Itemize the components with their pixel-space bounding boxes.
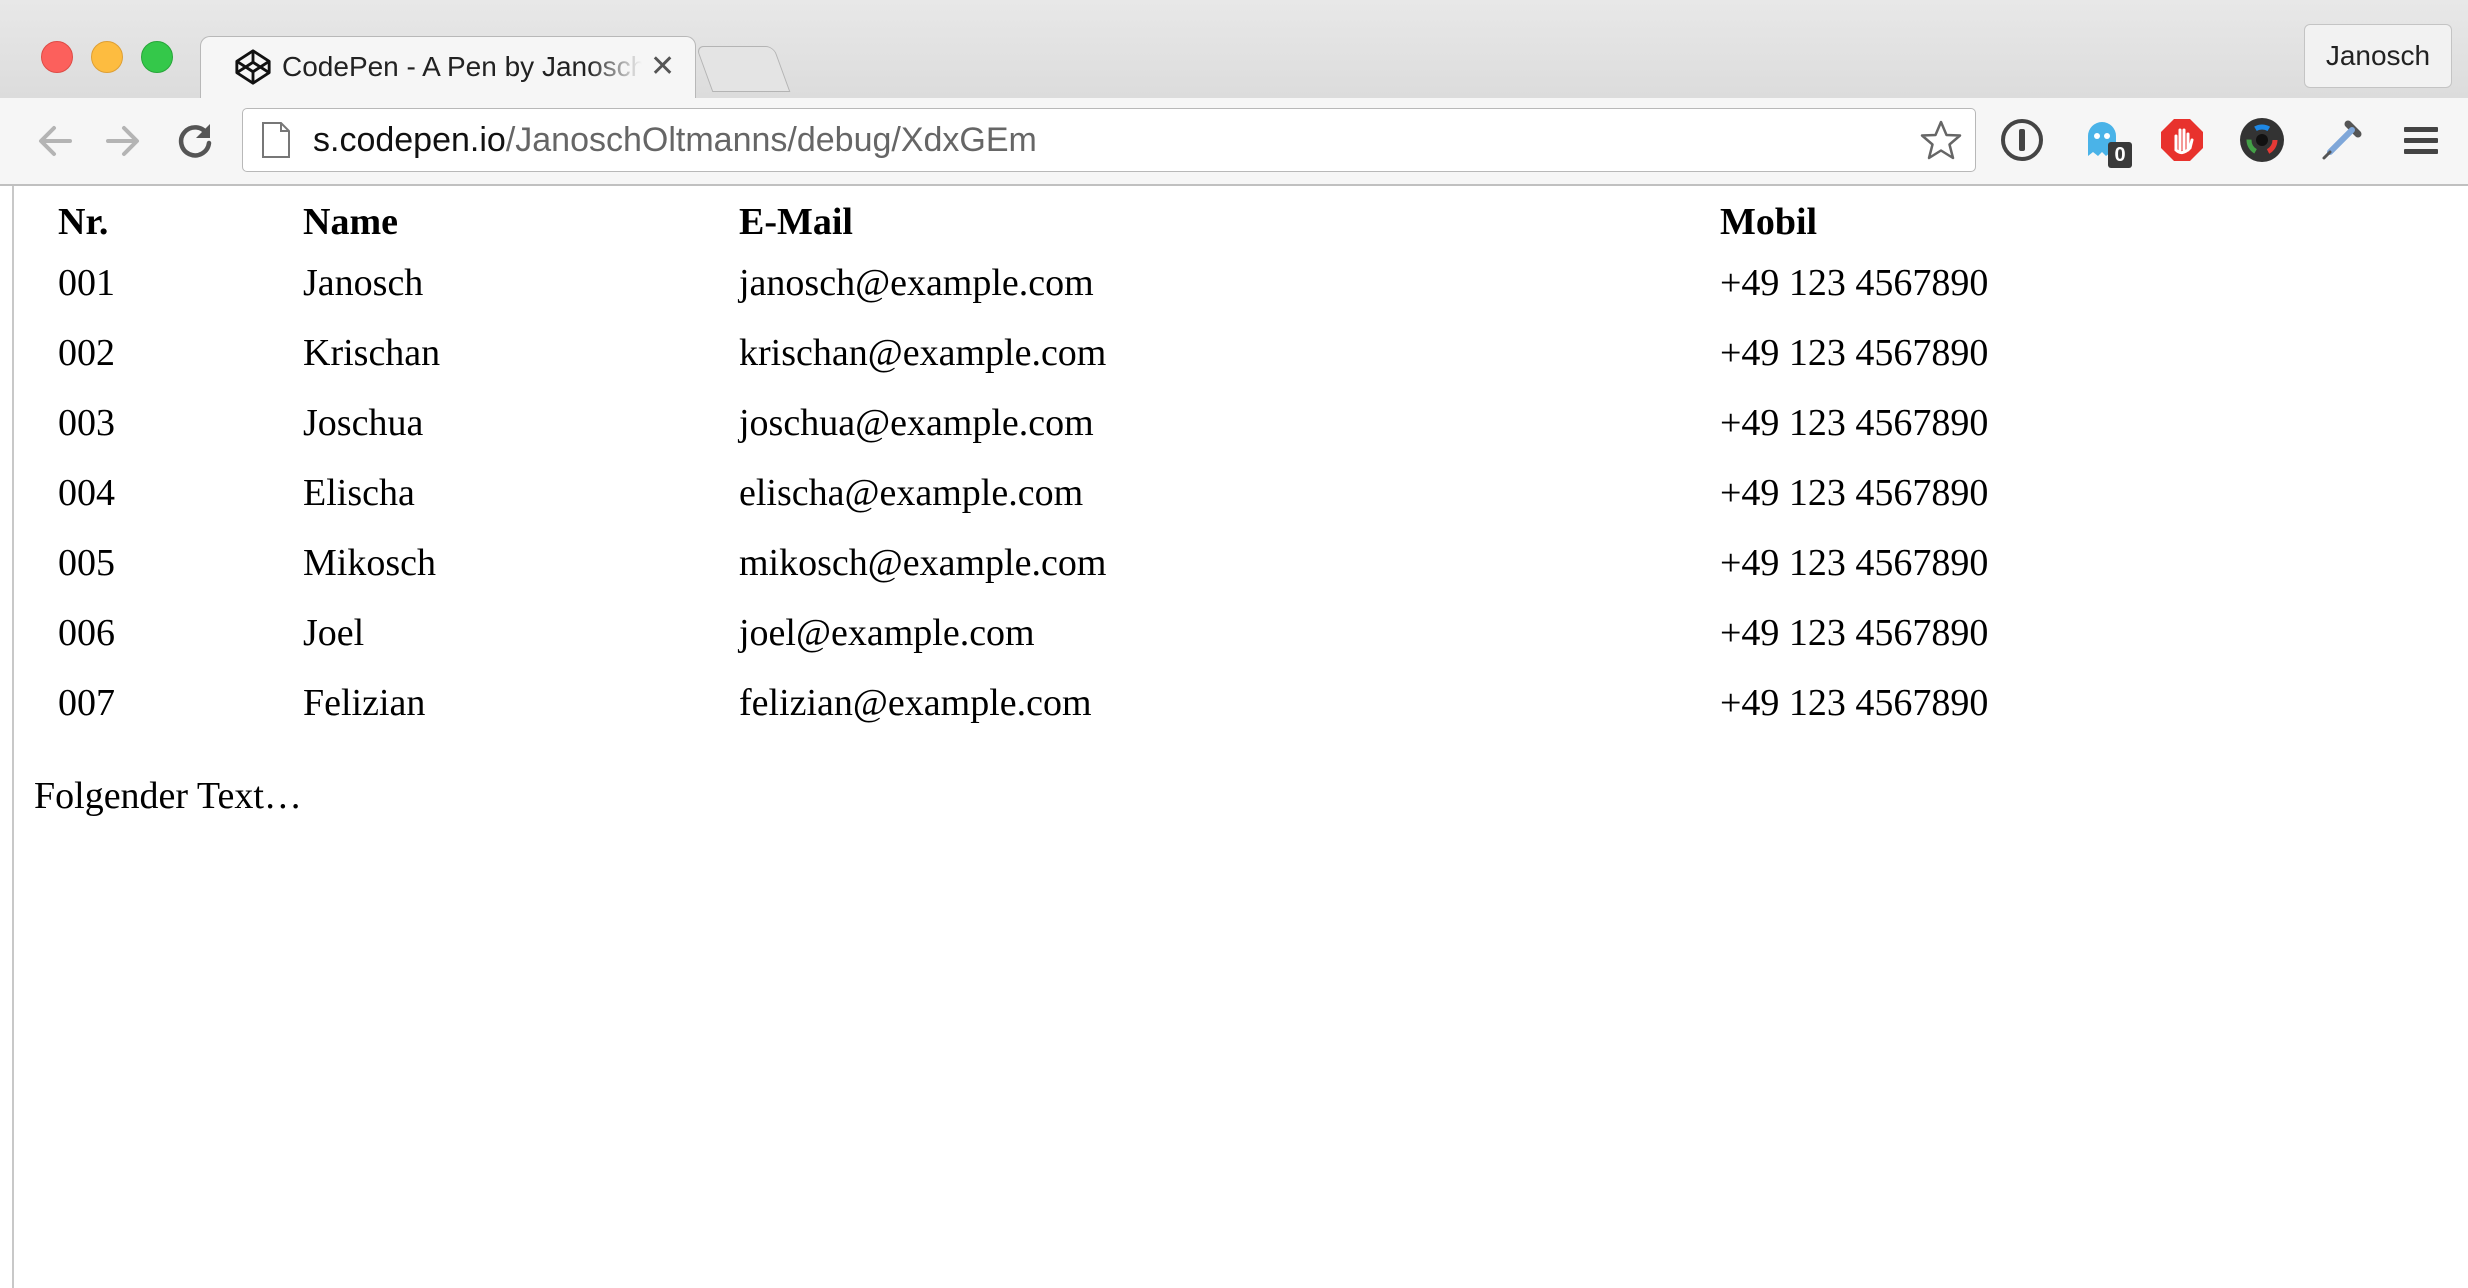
cell-email: joel@example.com xyxy=(739,612,1035,654)
browser-window: CodePen - A Pen by Janosch Oltmanns ✕ Ja… xyxy=(0,0,2468,1288)
address-bar[interactable]: s.codepen.io/JanoschOltmanns/debug/XdxGE… xyxy=(242,108,1976,172)
back-button[interactable] xyxy=(32,118,78,164)
reload-icon xyxy=(178,124,212,158)
following-text: Folgender Text… xyxy=(34,775,302,817)
minimize-window-button[interactable] xyxy=(91,41,123,73)
cell-name: Mikosch xyxy=(303,542,436,584)
cell-nr: 004 xyxy=(58,472,115,514)
cell-nr: 006 xyxy=(58,612,115,654)
cell-mobil: +49 123 4567890 xyxy=(1720,332,1989,374)
table-header-row: Nr. Name E-Mail Mobil xyxy=(34,196,2220,248)
cell-mobil: +49 123 4567890 xyxy=(1720,472,1989,514)
cell-name: Janosch xyxy=(303,262,424,304)
cell-name: Elischa xyxy=(303,472,415,514)
maximize-window-button[interactable] xyxy=(141,41,173,73)
table-row: 006 Joel joel@example.com +49 123 456789… xyxy=(34,598,2220,668)
cell-mobil: +49 123 4567890 xyxy=(1720,262,1989,304)
column-header-mobil: Mobil xyxy=(1720,201,1818,243)
column-header-nr: Nr. xyxy=(58,201,109,243)
cell-mobil: +49 123 4567890 xyxy=(1720,402,1989,444)
contacts-table: Nr. Name E-Mail Mobil 001 Janosch janosc… xyxy=(34,196,2220,738)
table-row: 004 Elischa elischa@example.com +49 123 … xyxy=(34,458,2220,528)
cell-name: Felizian xyxy=(303,682,426,724)
cell-email: janosch@example.com xyxy=(739,262,1094,304)
cell-mobil: +49 123 4567890 xyxy=(1720,542,1989,584)
cell-nr: 005 xyxy=(58,542,115,584)
browser-tab-content[interactable]: CodePen - A Pen by Janosch Oltmanns ✕ xyxy=(230,36,690,98)
cell-mobil: +49 123 4567890 xyxy=(1720,682,1989,724)
table-row: 005 Mikosch mikosch@example.com +49 123 … xyxy=(34,528,2220,598)
cell-email: felizian@example.com xyxy=(739,682,1092,724)
cell-mobil: +49 123 4567890 xyxy=(1720,612,1989,654)
reload-button[interactable] xyxy=(172,118,218,164)
url-path: /JanoschOltmanns/debug/XdxGEm xyxy=(505,120,1037,159)
page-content: Nr. Name E-Mail Mobil 001 Janosch janosc… xyxy=(12,186,2468,1288)
cell-nr: 003 xyxy=(58,402,115,444)
page-icon xyxy=(262,122,290,158)
ghostery-badge: 0 xyxy=(2108,142,2132,168)
cell-email: mikosch@example.com xyxy=(739,542,1107,584)
cell-nr: 002 xyxy=(58,332,115,374)
1password-icon[interactable] xyxy=(1998,116,2046,164)
browser-toolbar: s.codepen.io/JanoschOltmanns/debug/XdxGE… xyxy=(0,98,2468,186)
hamburger-menu-icon xyxy=(2404,127,2438,154)
title-bar: CodePen - A Pen by Janosch Oltmanns ✕ Ja… xyxy=(0,0,2468,101)
cell-name: Joschua xyxy=(303,402,424,444)
url-text: s.codepen.io/JanoschOltmanns/debug/XdxGE… xyxy=(313,121,1037,160)
table-row: 002 Krischan krischan@example.com +49 12… xyxy=(34,318,2220,388)
column-header-name: Name xyxy=(303,201,398,243)
profile-button[interactable]: Janosch xyxy=(2304,24,2452,88)
table-row: 001 Janosch janosch@example.com +49 123 … xyxy=(34,248,2220,318)
table-row: 003 Joschua joschua@example.com +49 123 … xyxy=(34,388,2220,458)
forward-button[interactable] xyxy=(100,118,146,164)
adblock-icon[interactable] xyxy=(2158,116,2206,164)
cell-nr: 001 xyxy=(58,262,115,304)
column-header-email: E-Mail xyxy=(739,201,853,243)
cell-name: Krischan xyxy=(303,332,441,374)
tab-title: CodePen - A Pen by Janosch Oltmanns xyxy=(282,51,642,82)
bookmark-star-icon[interactable] xyxy=(1919,119,1963,163)
cell-nr: 007 xyxy=(58,682,115,724)
tab-close-icon[interactable]: ✕ xyxy=(650,52,675,82)
codepen-logo-icon xyxy=(235,49,271,85)
close-window-button[interactable] xyxy=(41,41,73,73)
color-wheel-icon[interactable] xyxy=(2238,116,2286,164)
new-tab-button[interactable] xyxy=(695,46,791,92)
ghostery-extension-button[interactable]: 0 xyxy=(2078,116,2132,168)
arrow-left-icon xyxy=(39,126,72,156)
url-host: s.codepen.io xyxy=(313,120,506,159)
menu-button[interactable] xyxy=(2398,118,2444,164)
arrow-right-icon xyxy=(106,126,139,156)
eyedropper-icon[interactable] xyxy=(2318,116,2366,164)
table-row: 007 Felizian felizian@example.com +49 12… xyxy=(34,668,2220,738)
cell-email: elischa@example.com xyxy=(739,472,1084,514)
cell-email: joschua@example.com xyxy=(739,402,1094,444)
cell-email: krischan@example.com xyxy=(739,332,1107,374)
cell-name: Joel xyxy=(303,612,365,654)
